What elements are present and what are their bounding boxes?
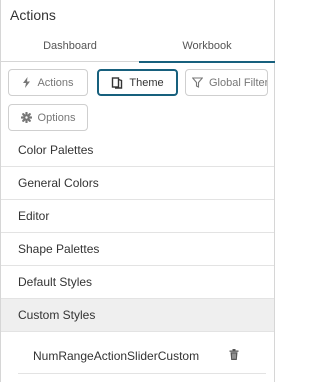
actions-button-label: Actions	[37, 76, 74, 89]
custom-style-item[interactable]: NumRangeActionSliderCustom	[1, 338, 274, 374]
custom-style-label: NumRangeActionSliderCustom	[33, 349, 200, 363]
menu-item-custom-styles[interactable]: Custom Styles	[1, 299, 274, 332]
tab-workbook[interactable]: Workbook	[139, 38, 275, 63]
theme-menu: Color Palettes General Colors Editor Sha…	[1, 134, 274, 332]
panel-title: Actions	[10, 7, 56, 23]
tab-bar: Dashboard Workbook	[1, 38, 275, 63]
filter-icon	[192, 77, 203, 88]
book-icon	[111, 76, 123, 89]
menu-item-shape-palettes[interactable]: Shape Palettes	[1, 233, 274, 266]
global-filter-button[interactable]: Global Filter	[185, 69, 268, 96]
gear-icon	[20, 112, 32, 123]
menu-item-editor[interactable]: Editor	[1, 200, 274, 233]
theme-button[interactable]: Theme	[97, 69, 178, 96]
menu-item-color-palettes[interactable]: Color Palettes	[1, 134, 274, 167]
menu-item-default-styles[interactable]: Default Styles	[1, 266, 274, 299]
theme-button-label: Theme	[129, 76, 164, 89]
options-button[interactable]: Options	[8, 104, 88, 131]
trash-icon[interactable]	[229, 349, 239, 360]
global-filter-button-label: Global Filter	[209, 76, 268, 89]
tab-dashboard[interactable]: Dashboard	[1, 38, 139, 62]
options-button-label: Options	[37, 111, 76, 124]
divider	[18, 373, 266, 374]
menu-item-general-colors[interactable]: General Colors	[1, 167, 274, 200]
actions-button[interactable]: Actions	[8, 69, 88, 96]
actions-panel: Actions Dashboard Workbook Actions Theme…	[0, 0, 275, 382]
lightning-icon	[22, 77, 31, 88]
